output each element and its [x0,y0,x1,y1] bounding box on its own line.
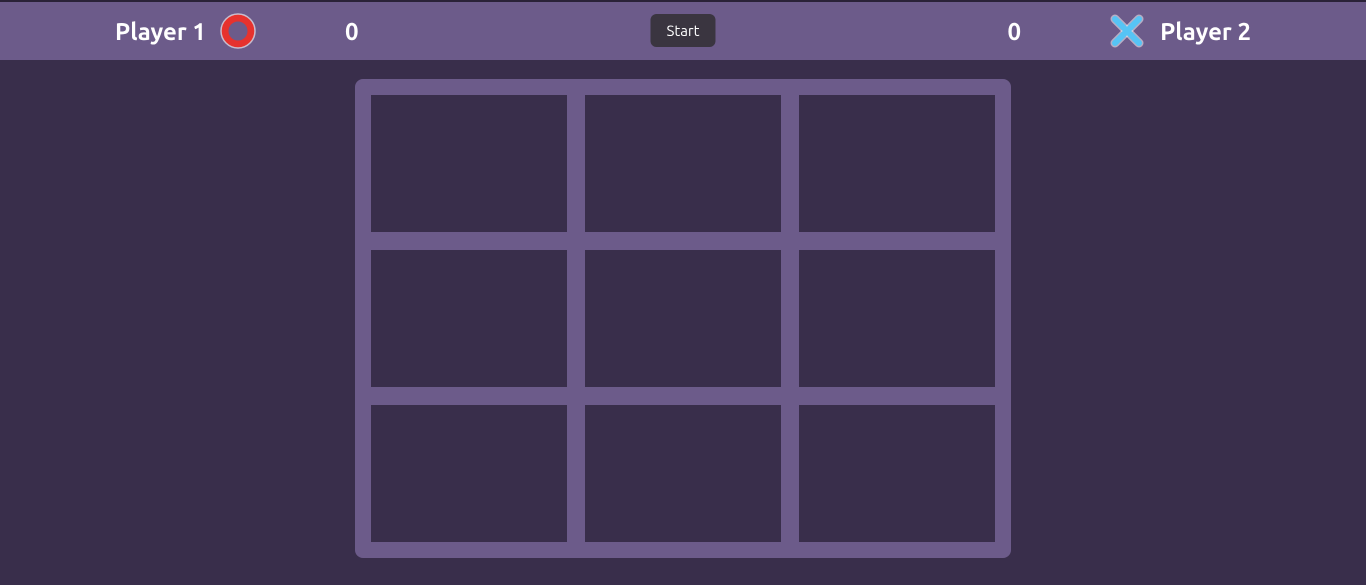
cell-6[interactable] [371,405,567,542]
game-header: Player 1 0 Start 0 Player 2 [0,0,1366,60]
cell-8[interactable] [799,405,995,542]
x-icon [1108,12,1146,50]
player1-label: Player 1 [115,18,206,45]
player2-score: 0 [1007,18,1021,45]
player2-section: Player 2 [1108,12,1251,50]
board-container [0,79,1366,558]
player1-score: 0 [345,18,359,45]
player1-section: Player 1 [115,13,256,49]
cell-4[interactable] [585,250,781,387]
cell-0[interactable] [371,95,567,232]
cell-2[interactable] [799,95,995,232]
cell-3[interactable] [371,250,567,387]
cell-5[interactable] [799,250,995,387]
game-board [355,79,1011,558]
cell-7[interactable] [585,405,781,542]
circle-icon [220,13,256,49]
start-button[interactable]: Start [650,14,715,47]
player2-label: Player 2 [1160,18,1251,45]
cell-1[interactable] [585,95,781,232]
